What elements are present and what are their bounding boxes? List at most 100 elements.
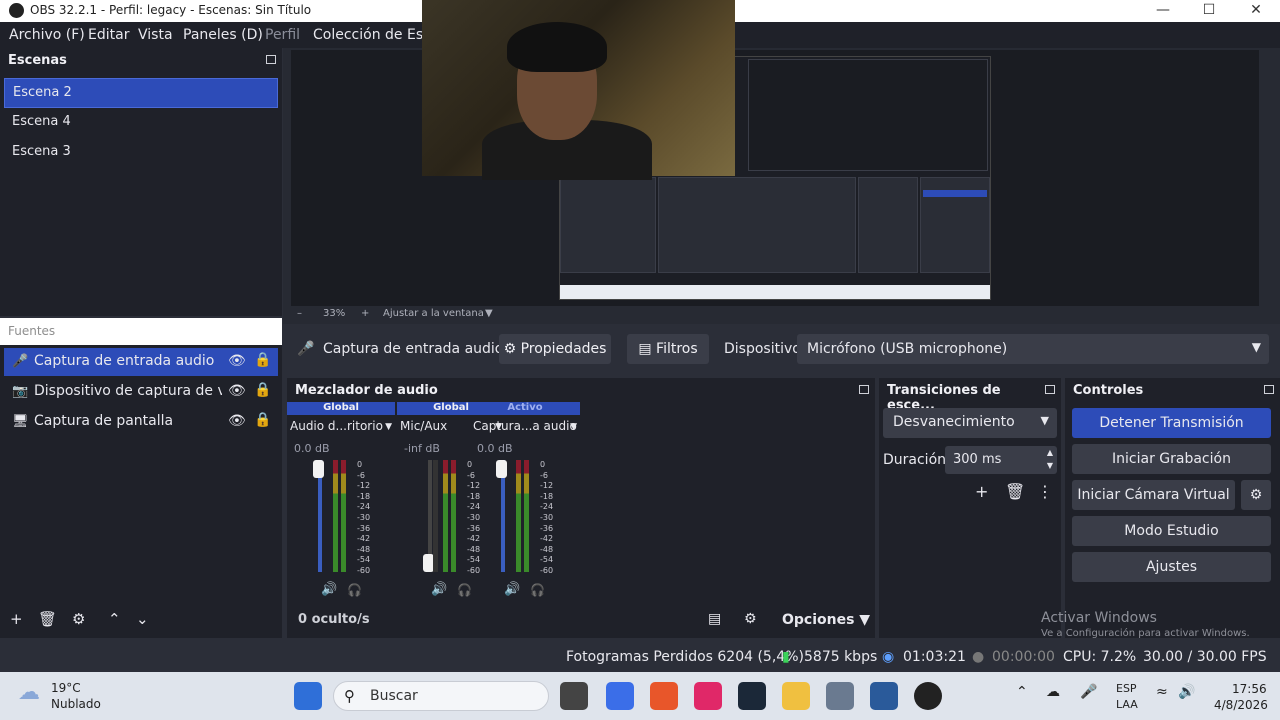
language-region[interactable]: LAA — [1116, 698, 1138, 711]
menu-archivo[interactable]: Archivo (F) — [9, 27, 85, 43]
lock-icon[interactable]: 🔒 — [254, 352, 271, 368]
zoom-bar: – 33% + Ajustar a la ventana ▼ — [291, 306, 1259, 324]
wifi-icon[interactable]: ≈ — [1156, 684, 1168, 700]
hidden-count[interactable]: 0 oculto/s — [298, 612, 370, 627]
fit-to-window[interactable]: Ajustar a la ventana — [383, 308, 484, 319]
db-tick: -36 — [357, 523, 371, 533]
maximize-button[interactable]: ☐ — [1186, 0, 1232, 22]
nested-preview — [748, 59, 988, 171]
gear-icon[interactable]: ⚙ — [1241, 480, 1271, 510]
menu-vista[interactable]: Vista — [138, 27, 173, 43]
start-recording-button[interactable]: Iniciar Grabación — [1072, 444, 1271, 474]
move-down-icon[interactable]: ⌄ — [136, 610, 149, 628]
add-transition-icon[interactable]: + — [975, 482, 988, 501]
volume-knob[interactable] — [313, 460, 324, 478]
start-icon[interactable] — [294, 682, 322, 710]
speaker-icon[interactable]: 🔊 — [431, 582, 447, 597]
task-view-icon[interactable] — [560, 682, 588, 710]
eye-icon[interactable]: 👁 — [228, 413, 246, 429]
lock-icon[interactable]: 🔒 — [254, 412, 271, 428]
close-button[interactable]: ✕ — [1233, 0, 1279, 22]
trash-icon[interactable]: 🗑 — [38, 610, 57, 628]
spinner-icon[interactable]: ▲ ▼ — [1047, 446, 1053, 472]
app-icon[interactable] — [870, 682, 898, 710]
options-button[interactable]: Opciones ▼ — [782, 612, 870, 628]
speaker-icon[interactable]: 🔊 — [321, 582, 337, 597]
zoom-dropdown-icon[interactable]: ▼ — [485, 308, 493, 319]
headphones-icon[interactable]: 🎧 — [347, 583, 362, 597]
scene-item[interactable]: Escena 2 — [4, 78, 278, 108]
obs-icon[interactable] — [914, 682, 942, 710]
speaker-icon[interactable]: 🔊 — [1178, 684, 1195, 700]
channel-name[interactable]: Mic/Aux — [400, 419, 447, 433]
scene-item[interactable]: Escena 3 — [4, 138, 278, 168]
filters-button[interactable]: ▤ Filtros — [627, 334, 709, 364]
move-up-icon[interactable]: ⌃ — [108, 610, 121, 628]
weather-temp[interactable]: 19°C — [51, 681, 81, 695]
clock-date[interactable]: 4/8/2026 — [1214, 698, 1268, 712]
stop-streaming-button[interactable]: Detener Transmisión — [1072, 408, 1271, 438]
chevron-up-icon[interactable]: ⌃ — [1016, 684, 1028, 700]
nested-transitions-panel — [858, 177, 918, 273]
zoom-in-button[interactable]: + — [361, 308, 369, 319]
search-input[interactable]: ⚲ Buscar — [333, 681, 549, 711]
transition-select[interactable]: Desvanecimiento ▼ — [883, 408, 1057, 438]
audio-mixer-dock: Mezclador de audio Global Audio d...rito… — [287, 378, 875, 638]
app-icon[interactable] — [606, 682, 634, 710]
studio-mode-button[interactable]: Modo Estudio — [1072, 516, 1271, 546]
float-icon[interactable] — [266, 55, 276, 64]
tiktok-icon[interactable] — [694, 682, 722, 710]
virtual-camera-button[interactable]: Iniciar Cámara Virtual — [1072, 480, 1235, 510]
speaker-icon[interactable]: 🔊 — [504, 582, 520, 597]
float-icon[interactable] — [1045, 385, 1055, 394]
channel-name[interactable]: Captura...a audio — [473, 419, 577, 433]
nested-taskbar — [560, 285, 990, 299]
zoom-out-button[interactable]: – — [297, 308, 302, 319]
cloud-icon[interactable]: ☁ — [1046, 684, 1060, 700]
scene-item[interactable]: Escena 4 — [4, 108, 278, 138]
microphone-icon: 🎤 — [297, 341, 315, 357]
weather-desc[interactable]: Nublado — [51, 697, 101, 711]
headphones-icon[interactable]: 🎧 — [530, 583, 545, 597]
lock-icon[interactable]: 🔒 — [254, 382, 271, 398]
eye-icon[interactable]: 👁 — [228, 383, 246, 399]
layout-icon[interactable]: ▤ — [708, 611, 721, 627]
brave-icon[interactable] — [650, 682, 678, 710]
chevron-down-icon[interactable]: ▼ — [385, 422, 392, 432]
chevron-down-icon[interactable]: ▼ — [570, 422, 577, 432]
menu-paneles[interactable]: Paneles (D) — [183, 27, 263, 43]
source-label: Captura de entrada audio — [34, 353, 215, 369]
source-item[interactable]: 📷 Dispositivo de captura de video 👁 🔒 — [4, 378, 278, 406]
volume-knob[interactable] — [496, 460, 507, 478]
minimize-button[interactable]: — — [1140, 0, 1186, 22]
gear-icon[interactable]: ⚙ — [72, 610, 85, 628]
properties-button[interactable]: ⚙ Propiedades — [499, 334, 611, 364]
options-label: Opciones — [782, 612, 855, 628]
float-icon[interactable] — [859, 385, 869, 394]
mixer-title: Mezclador de audio — [295, 383, 438, 398]
language-code[interactable]: ESP — [1116, 682, 1137, 695]
source-item[interactable]: 🎤 Captura de entrada audio 👁 🔒 — [4, 348, 278, 376]
folder-icon[interactable] — [782, 682, 810, 710]
trash-icon[interactable]: 🗑 — [1005, 482, 1025, 501]
source-item[interactable]: 🖥 Captura de pantalla 👁 🔒 — [4, 408, 278, 436]
float-icon[interactable] — [1264, 385, 1274, 394]
settings-button[interactable]: Ajustes — [1072, 552, 1271, 582]
add-source-icon[interactable]: + — [10, 610, 23, 628]
settings-app-icon[interactable] — [826, 682, 854, 710]
filters-label: Filtros — [656, 341, 698, 357]
eye-icon[interactable]: 👁 — [228, 353, 246, 369]
device-select[interactable]: Micrófono (USB microphone) ▼ — [797, 334, 1269, 364]
db-tick: -36 — [540, 523, 554, 533]
duration-field[interactable]: 300 ms ▲ ▼ — [945, 446, 1057, 474]
scenes-list: Escena 2 Escena 4 Escena 3 — [4, 78, 278, 168]
channel-name[interactable]: Audio d...ritorio — [290, 419, 383, 433]
steam-icon[interactable] — [738, 682, 766, 710]
menu-perfil[interactable]: Perfil — [265, 27, 300, 43]
clock-time[interactable]: 17:56 — [1232, 682, 1267, 696]
weather-icon[interactable]: ☁ — [18, 680, 40, 705]
menu-editar[interactable]: Editar — [88, 27, 129, 43]
gear-icon[interactable]: ⚙ — [744, 611, 757, 627]
microphone-icon[interactable]: 🎤 — [1080, 684, 1097, 700]
more-icon[interactable]: ⋮ — [1037, 482, 1053, 501]
